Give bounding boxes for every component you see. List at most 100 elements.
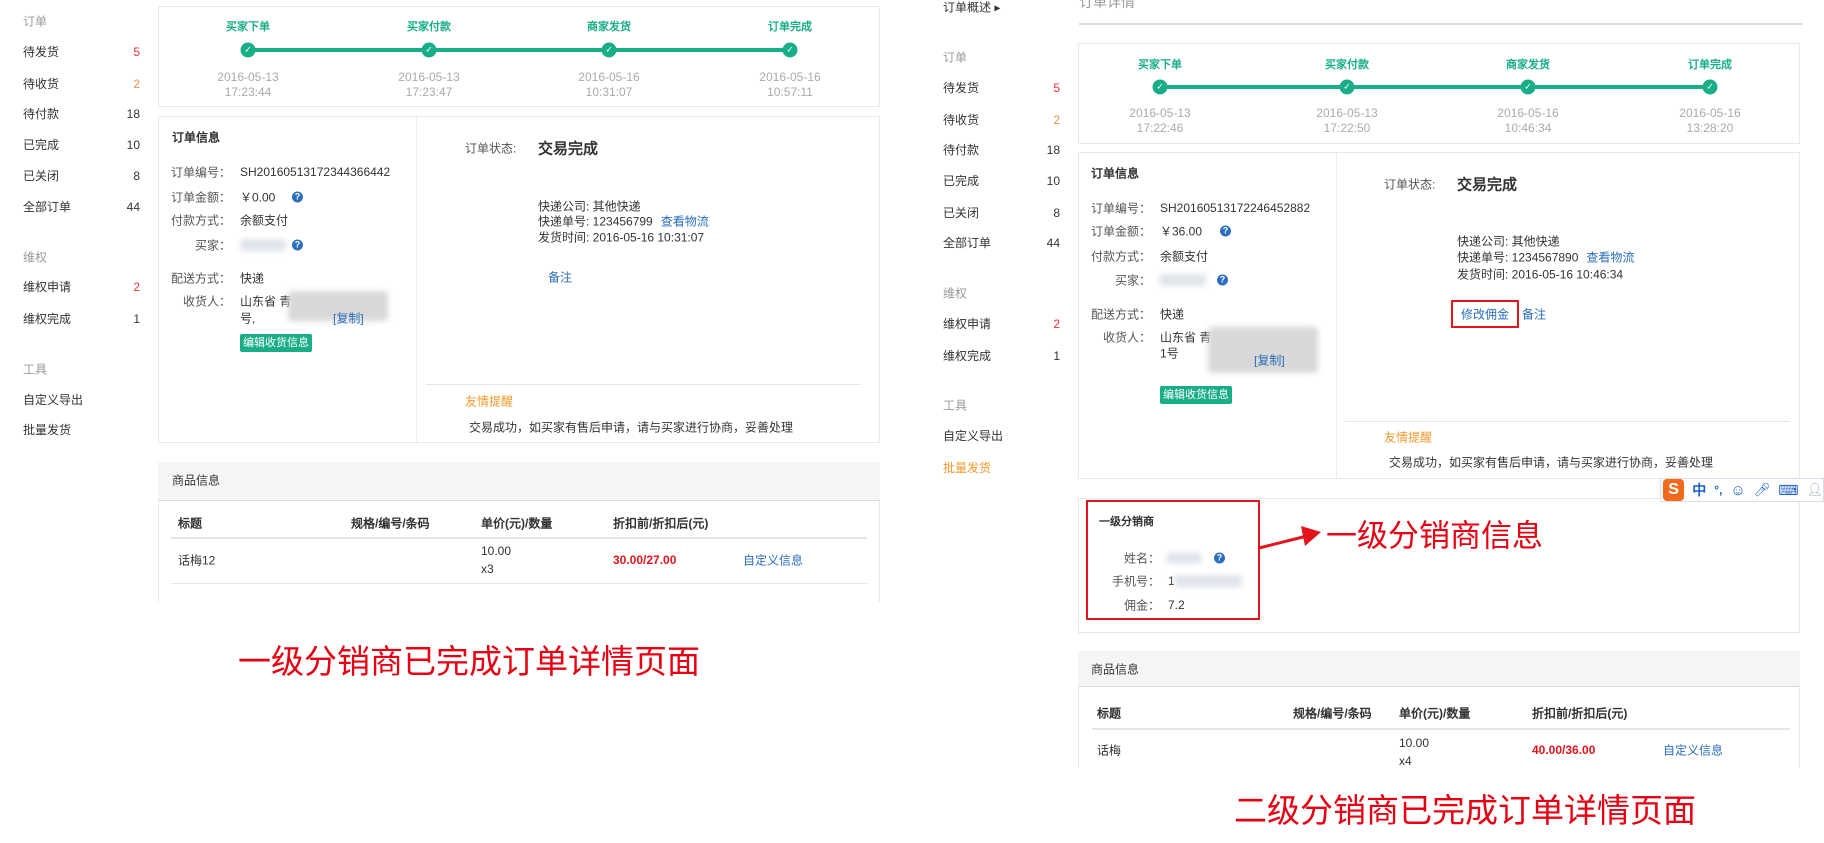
ime-toolbar[interactable]: S 中 °, ☺ 🎤︎ ⌨ 👤︎ (1660, 478, 1824, 502)
sidebar-item-全部订单[interactable]: 全部订单 44 (23, 198, 140, 216)
check-icon: ✓ (782, 42, 798, 58)
sidebar-item-已完成[interactable]: 已完成 10 (943, 172, 1060, 190)
sidebar-item-待收货[interactable]: 待收货 2 (943, 111, 1060, 129)
emoji-icon[interactable]: ☺ (1730, 482, 1745, 499)
step-time: 17:22:46 (1136, 121, 1184, 135)
tracking-number-text: 快递单号: 123456799 (538, 214, 653, 229)
help-icon[interactable]: ? (1214, 552, 1225, 564)
help-icon[interactable]: ? (1217, 274, 1228, 286)
sidebar-item-维权完成[interactable]: 维权完成 1 (943, 347, 1060, 365)
sidebar-section-title: 订单 (23, 14, 48, 29)
sidebar-item-count: 10 (126, 138, 140, 152)
product-price: 10.00 (481, 544, 512, 558)
sidebar-item-维权申请[interactable]: 维权申请 2 (943, 315, 1060, 333)
field-label: 订单编号： (1090, 201, 1151, 216)
step-date: 2016-05-13 (398, 70, 460, 84)
tip-text: 交易成功，如买家有售后申请，请与买家进行协商，妥善处理 (1389, 455, 1714, 470)
custom-info-link[interactable]: 自定义信息 (743, 552, 803, 569)
sidebar-item-label: 已完成 (943, 174, 980, 188)
step-date: 2016-05-16 (759, 70, 821, 84)
remark-link[interactable]: 备注 (548, 269, 572, 286)
keyboard-icon[interactable]: ⌨ (1778, 482, 1798, 499)
product-title: 话梅12 (178, 553, 216, 568)
ime-mode-toggle[interactable]: 中 (1692, 480, 1706, 500)
remark-link[interactable]: 备注 (1522, 306, 1546, 323)
user-icon[interactable]: 👤︎ (1806, 482, 1823, 498)
table-header-divider (171, 537, 867, 539)
step-date: 2016-05-16 (1679, 106, 1741, 120)
field-label: 买家： (1114, 273, 1151, 288)
step-date: 2016-05-16 (578, 70, 640, 84)
copy-link[interactable]: [复制] (1254, 352, 1285, 369)
step-label: 商家发货 (1506, 59, 1550, 71)
payment-method: 余额支付 (1160, 249, 1209, 264)
page-title: 订单详情 (1079, 0, 1135, 10)
sidebar-item-label: 自定义导出 (943, 429, 1004, 443)
delivery-method: 快递 (240, 271, 265, 286)
sidebar-item-自定义导出[interactable]: 自定义导出 (23, 391, 140, 409)
order-status-value: 交易完成 (538, 140, 599, 158)
receiver-address-line2: 1号 (1160, 346, 1179, 361)
copy-link[interactable]: [复制] (333, 310, 364, 327)
help-icon[interactable]: ? (1220, 225, 1231, 237)
receiver-address: 山东省 青 (240, 294, 292, 309)
view-logistics-link[interactable]: 查看物流 (661, 215, 709, 229)
sidebar-item-维权申请[interactable]: 维权申请 2 (23, 278, 140, 296)
column-header: 折扣前/折扣后(元) (1532, 706, 1628, 721)
sidebar-item-label: 待发货 (23, 45, 60, 59)
distributor-field-label: 手机号： (1111, 574, 1160, 589)
help-icon[interactable]: ? (292, 239, 303, 251)
sidebar-item-label: 批量发货 (23, 423, 72, 437)
sidebar-item-label: 待付款 (943, 143, 980, 157)
sidebar-item-已关闭[interactable]: 已关闭 8 (943, 204, 1060, 222)
sidebar-item-待发货[interactable]: 待发货 5 (23, 43, 140, 61)
tracking-number-text: 快递单号: 1234567890 (1457, 250, 1579, 265)
order-info-divider (416, 117, 417, 442)
status-divider (1345, 421, 1790, 422)
check-icon: ✓ (1702, 79, 1718, 95)
edit-commission-button[interactable]: 修改佣金 (1461, 306, 1509, 323)
distributor-name-blurred (1166, 552, 1202, 564)
sidebar-item-全部订单[interactable]: 全部订单 44 (943, 234, 1060, 252)
order-number: SH20160513172246452882 (1160, 201, 1311, 215)
sidebar-item-批量发货[interactable]: 批量发货 (23, 421, 140, 439)
sidebar-item-待发货[interactable]: 待发货 5 (943, 79, 1060, 97)
sidebar-item-count: 5 (133, 45, 140, 59)
sidebar-item-待付款[interactable]: 待付款 18 (943, 141, 1060, 159)
column-header: 标题 (178, 516, 203, 531)
tip-text: 交易成功，如买家有售后申请，请与买家进行协商，妥善处理 (469, 420, 794, 435)
sidebar-item-自定义导出[interactable]: 自定义导出 (943, 427, 1060, 445)
sidebar-item-已完成[interactable]: 已完成 10 (23, 136, 140, 154)
product-panel-header (1078, 651, 1800, 687)
sidebar-section-title: 维权 (943, 286, 968, 301)
help-icon[interactable]: ? (292, 191, 303, 203)
field-label: 订单金额： (170, 190, 231, 205)
sidebar-item-待付款[interactable]: 待付款 18 (23, 105, 140, 123)
microphone-icon[interactable]: 🎤︎ (1754, 482, 1771, 498)
receiver-address: 山东省 青 (1160, 330, 1212, 345)
sidebar-item-维权完成[interactable]: 维权完成 1 (23, 310, 140, 328)
distributor-field-label: 姓名： (1123, 551, 1160, 566)
order-status-label: 订单状态: (465, 141, 517, 156)
sidebar-item-count: 1 (1053, 349, 1060, 363)
sidebar-item-label: 待收货 (943, 113, 980, 127)
sidebar-item-count: 2 (1053, 317, 1060, 331)
annotation-arrow-icon (1258, 526, 1321, 550)
check-icon: ✓ (421, 42, 437, 58)
step-date: 2016-05-13 (1316, 106, 1378, 120)
step-time: 13:28:20 (1686, 121, 1734, 135)
page-caption: 二级分销商已完成订单详情页面 (1234, 792, 1696, 829)
breadcrumb-order-overview[interactable]: 订单概述 ▸ (943, 0, 1000, 16)
view-logistics-link[interactable]: 查看物流 (1586, 251, 1634, 265)
sidebar-item-label: 维权申请 (943, 317, 992, 331)
page-caption: 一级分销商已完成订单详情页面 (238, 643, 700, 680)
edit-shipping-button[interactable]: 编辑收货信息 (240, 334, 312, 352)
sidebar-item-批量发货[interactable]: 批量发货 (943, 459, 1060, 477)
product-panel-title: 商品信息 (1091, 662, 1140, 677)
ime-punctuation-toggle[interactable]: °, (1714, 483, 1722, 497)
custom-info-link[interactable]: 自定义信息 (1663, 742, 1723, 759)
sidebar-item-待收货[interactable]: 待收货 2 (23, 75, 140, 93)
sidebar-item-已关闭[interactable]: 已关闭 8 (23, 167, 140, 185)
edit-shipping-button[interactable]: 编辑收货信息 (1160, 386, 1232, 404)
sidebar-item-label: 维权申请 (23, 280, 72, 294)
